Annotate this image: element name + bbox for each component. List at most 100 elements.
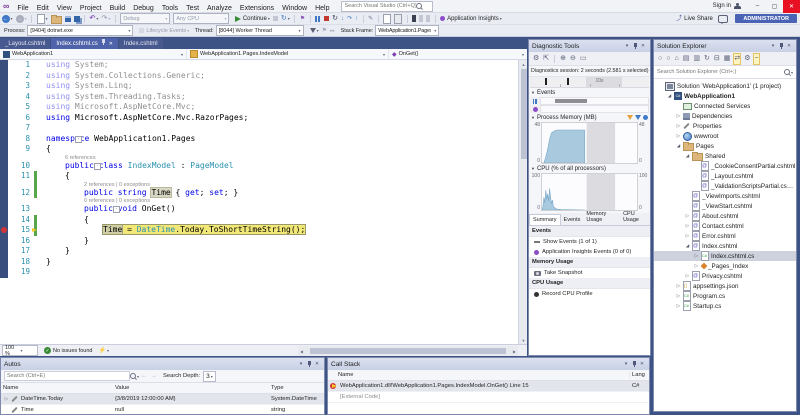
- breakpoint-margin[interactable]: [0, 225, 8, 236]
- tab-_layout.cshtml[interactable]: _Layout.cshtml: [0, 38, 50, 49]
- stop-debugging-icon[interactable]: [324, 14, 329, 24]
- fold-marker-icon[interactable]: -: [94, 163, 101, 170]
- se-properties-icon[interactable]: ⚙: [744, 54, 750, 64]
- expander-icon[interactable]: ◢: [675, 143, 682, 149]
- health-indicator-icon[interactable]: ⚡▾: [98, 346, 109, 356]
- se-pending-changes-icon[interactable]: ▥: [693, 54, 700, 64]
- breakpoint-margin[interactable]: [0, 81, 8, 92]
- export-icon[interactable]: ⇱: [543, 54, 549, 64]
- breakpoint-margin[interactable]: [0, 257, 8, 268]
- menu-project[interactable]: Project: [76, 5, 106, 12]
- code-line[interactable]: 10-public class IndexModel : PageModel: [0, 161, 527, 172]
- se-back-icon[interactable]: ○: [658, 54, 662, 64]
- call-stack-title-bar[interactable]: Call Stack ▾ ✕: [328, 358, 649, 370]
- zoom-in-icon[interactable]: ⊕: [560, 54, 566, 64]
- se-show-all-files-icon[interactable]: ▦: [724, 54, 731, 64]
- open-file-icon[interactable]: [51, 14, 62, 24]
- solution-platform-dropdown[interactable]: Any CPU▾: [173, 13, 229, 24]
- tree-item-about-cshtml[interactable]: ▷About.cshtml: [654, 211, 796, 221]
- scroll-up-icon[interactable]: ▲: [519, 60, 528, 68]
- diag-tab-events[interactable]: Events: [561, 215, 584, 225]
- show-next-statement-icon[interactable]: ✎: [368, 14, 373, 24]
- menu-edit[interactable]: Edit: [33, 5, 53, 12]
- tree-item--layout-cshtml[interactable]: _Layout.cshtml: [654, 171, 796, 181]
- settings-gear-icon[interactable]: ⚙: [533, 54, 539, 64]
- thread-dropdown[interactable]: [8044] Worker Thread▾: [216, 25, 304, 36]
- se-switch-views-icon[interactable]: ▤: [683, 54, 690, 64]
- breadcrumb-member[interactable]: ◆OnGet()▾: [389, 49, 527, 59]
- undo-icon[interactable]: ↶▾: [90, 14, 99, 24]
- expander-icon[interactable]: ◢: [684, 153, 691, 159]
- solution-explorer-title-bar[interactable]: Solution Explorer ▾ ✕: [654, 40, 796, 52]
- application-insights-button[interactable]: Application Insights▾: [440, 14, 502, 24]
- tree-item-index-cshtml-cs[interactable]: ▷Index.cshtml.cs: [654, 251, 796, 261]
- expander-icon[interactable]: ▷: [693, 263, 700, 269]
- horizontal-scroll-thumb[interactable]: [310, 348, 506, 354]
- pin-icon[interactable]: [630, 361, 638, 368]
- fold-marker-icon[interactable]: -: [113, 206, 120, 213]
- cpu-section-header[interactable]: ▼CPU (% of all processors): [529, 164, 650, 173]
- tree-item-webapplication1[interactable]: ◢C#WebApplication1: [654, 91, 796, 101]
- close-panel-icon[interactable]: ✕: [785, 43, 793, 49]
- fold-marker-icon[interactable]: -: [75, 136, 82, 143]
- breakpoint-margin[interactable]: [0, 71, 8, 82]
- user-person-icon[interactable]: [734, 3, 741, 10]
- tree-item-solution-webapplication1-1-project-[interactable]: Solution 'WebApplication1' (1 project): [654, 81, 796, 91]
- editor-vertical-scrollbar[interactable]: ▲ ▼: [518, 60, 527, 344]
- code-editor[interactable]: 1using System;2using System.Collections.…: [0, 60, 527, 344]
- expander-icon[interactable]: ▷: [675, 113, 682, 119]
- close-panel-icon[interactable]: ✕: [638, 361, 646, 367]
- code-line[interactable]: 19: [0, 267, 527, 278]
- code-line[interactable]: 7: [0, 123, 527, 134]
- tree-item--viewstart-cshtml[interactable]: _ViewStart.cshtml: [654, 201, 796, 211]
- window-position-icon[interactable]: ▾: [622, 361, 630, 367]
- doc-outline-icon[interactable]: [383, 14, 391, 24]
- pause-icon[interactable]: [315, 14, 321, 24]
- menu-view[interactable]: View: [53, 5, 76, 12]
- step-into-icon[interactable]: ↓: [341, 14, 344, 24]
- code-line[interactable]: 8-namespace WebApplication1.Pages: [0, 134, 527, 145]
- record-cpu-profile-link[interactable]: Record CPU Profile: [529, 289, 650, 299]
- tree-item-connected-services[interactable]: Connected Services: [654, 101, 796, 111]
- tree-item-wwwroot[interactable]: ▷wwwroot: [654, 131, 796, 141]
- breakpoint-margin[interactable]: [0, 267, 8, 278]
- tree-item-pages[interactable]: ◢Pages: [654, 141, 796, 151]
- breakpoint-margin[interactable]: [0, 171, 8, 182]
- search-depth-dropdown[interactable]: 3▾: [203, 371, 216, 382]
- step-over-icon[interactable]: ↷: [347, 14, 352, 24]
- quick-search-box[interactable]: [341, 1, 433, 12]
- tree-item-error-cshtml[interactable]: ▷Error.cshtml: [654, 231, 796, 241]
- bookmark-prev-icon[interactable]: [419, 14, 423, 24]
- breakpoint-margin[interactable]: [0, 92, 8, 103]
- process-dropdown[interactable]: [9404] dotnet.exe▾: [27, 25, 133, 36]
- code-line[interactable]: 2using System.Collections.Generic;: [0, 71, 527, 82]
- breakpoint-margin[interactable]: [0, 204, 8, 215]
- code-line[interactable]: 15Time = DateTime.Today.ToShortTimeStrin…: [0, 225, 527, 236]
- save-all-icon[interactable]: [74, 14, 80, 24]
- take-snapshot-link[interactable]: Take Snapshot: [529, 268, 650, 278]
- breakpoint-icon[interactable]: [1, 227, 7, 233]
- code-line[interactable]: 4using System.Threading.Tasks;: [0, 92, 527, 103]
- code-line[interactable]: 13-public void OnGet(): [0, 204, 527, 215]
- save-icon[interactable]: [65, 14, 71, 24]
- snapshot-filter-icon[interactable]: [627, 115, 633, 120]
- menu-extensions[interactable]: Extensions: [236, 5, 278, 12]
- code-line[interactable]: 12public string Time { get; set; }: [0, 188, 527, 199]
- expander-icon[interactable]: ▷: [675, 283, 682, 289]
- expander-icon[interactable]: ▷: [693, 253, 700, 259]
- tree-item-index-cshtml[interactable]: ◢Index.cshtml: [654, 241, 796, 251]
- menu-file[interactable]: File: [13, 5, 32, 12]
- autos-title-bar[interactable]: Autos ▾ ✕: [1, 358, 324, 370]
- search-prev-icon[interactable]: ←: [141, 373, 147, 379]
- show-events-link[interactable]: Show Events (1 of 1): [529, 237, 650, 247]
- breakpoint-margin[interactable]: [0, 144, 8, 155]
- menu-build[interactable]: Build: [106, 5, 130, 12]
- solution-search-input[interactable]: [657, 69, 784, 75]
- close-panel-icon[interactable]: ✕: [313, 361, 321, 367]
- close-tab-icon[interactable]: ✕: [109, 41, 113, 47]
- call-stack-frame-row[interactable]: [External Code]: [328, 392, 649, 403]
- menu-test[interactable]: Test: [182, 5, 203, 12]
- pin-icon[interactable]: [305, 361, 313, 368]
- diag-tab-summary[interactable]: Summary: [529, 214, 561, 225]
- tree-item-contact-cshtml[interactable]: ▷Contact.cshtml: [654, 221, 796, 231]
